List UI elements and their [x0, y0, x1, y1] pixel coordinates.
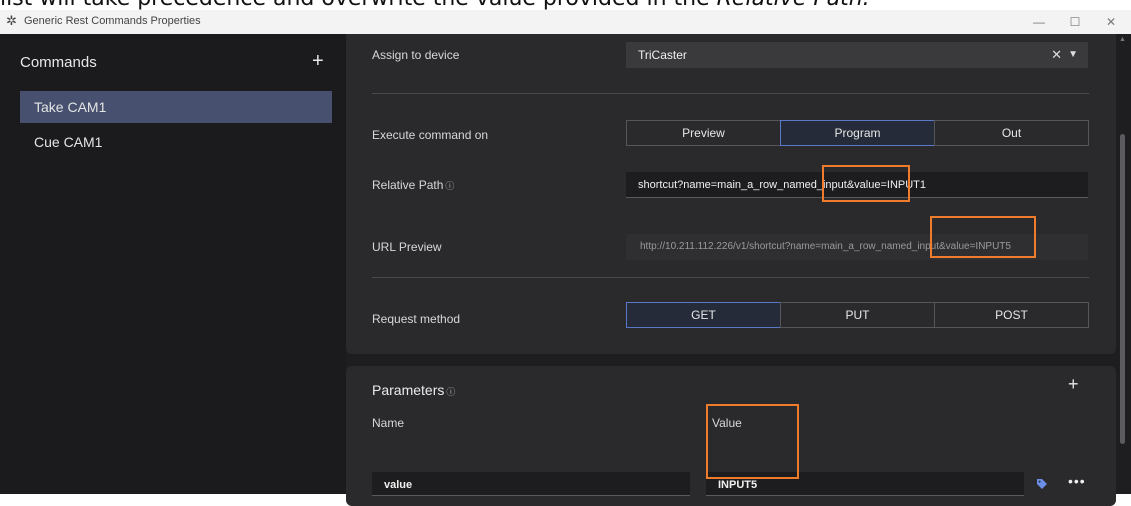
- parameter-name-input[interactable]: value: [372, 472, 690, 496]
- document-text-fragment: list will take precedence and overwrite …: [0, 0, 870, 11]
- properties-window: ✲ Generic Rest Commands Properties — ☐ ✕…: [0, 10, 1131, 506]
- window-title: Generic Rest Commands Properties: [24, 15, 201, 27]
- execute-segmented-control: Preview Program Out: [626, 120, 1089, 146]
- close-button[interactable]: ✕: [1094, 10, 1128, 34]
- highlight-box-url-preview: [930, 216, 1036, 258]
- tag-icon[interactable]: [1036, 478, 1048, 490]
- main-panel: Assign to device TriCaster ✕ ▼ Execute c…: [346, 34, 1131, 506]
- sidebar-title: Commands: [20, 54, 97, 71]
- gear-app-icon: ✲: [6, 13, 17, 28]
- add-command-button[interactable]: +: [312, 50, 324, 73]
- scroll-up-icon[interactable]: ▲: [1119, 36, 1126, 43]
- add-parameter-button[interactable]: +: [1068, 374, 1079, 395]
- execute-option-preview[interactable]: Preview: [626, 120, 781, 146]
- device-dropdown[interactable]: TriCaster ✕ ▼: [626, 42, 1088, 68]
- method-option-get[interactable]: GET: [626, 302, 781, 328]
- parameters-title: Parameters ⓘ: [372, 382, 456, 398]
- divider: [372, 277, 1089, 278]
- url-preview-label: URL Preview: [372, 240, 442, 254]
- maximize-button[interactable]: ☐: [1058, 10, 1092, 34]
- title-bar: ✲ Generic Rest Commands Properties — ☐ ✕: [0, 10, 1131, 35]
- execute-label: Execute command on: [372, 128, 489, 142]
- relative-path-label: Relative Path ⓘ: [372, 178, 455, 192]
- execute-option-out[interactable]: Out: [934, 120, 1089, 146]
- command-settings-card: Assign to device TriCaster ✕ ▼ Execute c…: [346, 34, 1116, 354]
- highlight-box-value: [706, 404, 799, 479]
- parameters-card: Parameters ⓘ + Name Value value INPUT5 ••…: [346, 366, 1116, 506]
- chevron-down-icon[interactable]: ▼: [1068, 42, 1078, 68]
- sidebar-item-cue-cam1[interactable]: Cue CAM1: [20, 126, 332, 158]
- divider: [372, 93, 1089, 94]
- sidebar-item-take-cam1[interactable]: Take CAM1: [20, 91, 332, 123]
- request-method-segmented-control: GET PUT POST: [626, 302, 1089, 328]
- scrollbar[interactable]: ▲: [1116, 34, 1131, 494]
- assign-device-label: Assign to device: [372, 48, 460, 62]
- scrollbar-thumb[interactable]: [1120, 134, 1125, 444]
- execute-option-program[interactable]: Program: [780, 120, 935, 146]
- commands-sidebar: Commands + Take CAM1 Cue CAM1: [0, 34, 346, 494]
- minimize-button[interactable]: —: [1022, 10, 1056, 34]
- method-option-put[interactable]: PUT: [780, 302, 935, 328]
- method-option-post[interactable]: POST: [934, 302, 1089, 328]
- highlight-box-relative-path: [822, 165, 910, 202]
- name-column-header: Name: [372, 416, 405, 430]
- info-icon[interactable]: ⓘ: [445, 181, 454, 191]
- more-options-icon[interactable]: •••: [1068, 473, 1086, 489]
- info-icon[interactable]: ⓘ: [446, 387, 455, 397]
- device-value: TriCaster: [638, 48, 687, 62]
- request-method-label: Request method: [372, 312, 461, 326]
- clear-icon[interactable]: ✕: [1051, 42, 1062, 68]
